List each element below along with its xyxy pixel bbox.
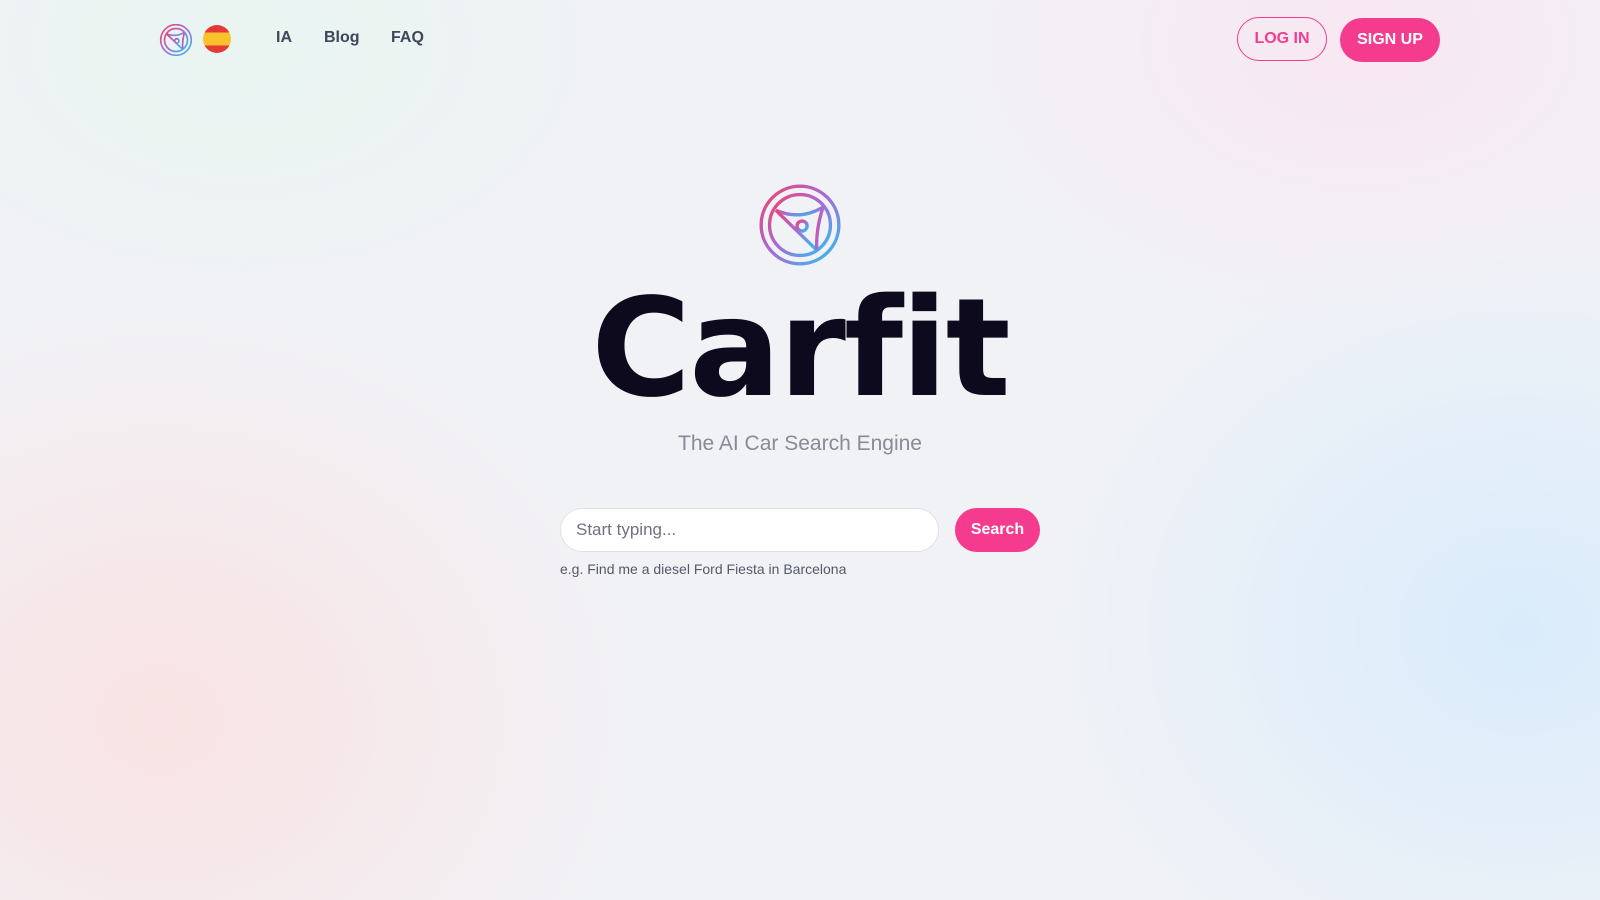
nav-link-blog[interactable]: Blog [324, 29, 360, 47]
login-button[interactable]: LOG IN [1237, 17, 1327, 61]
signup-button[interactable]: SIGN UP [1340, 18, 1440, 62]
top-nav: IA Blog FAQ LOG IN SIGN UP [0, 0, 1600, 80]
steering-wheel-icon [759, 184, 841, 266]
search-input[interactable] [560, 508, 939, 552]
carfit-logo-icon[interactable] [159, 23, 193, 57]
nav-link-faq[interactable]: FAQ [391, 29, 424, 47]
nav-link-ia[interactable]: IA [276, 29, 292, 47]
tagline: The AI Car Search Engine [678, 432, 922, 455]
search-button[interactable]: Search [955, 508, 1040, 552]
spain-flag-icon[interactable] [203, 25, 231, 53]
brand-title: Carfit [591, 270, 1010, 428]
search-example-hint: e.g. Find me a diesel Ford Fiesta in Bar… [560, 561, 847, 577]
